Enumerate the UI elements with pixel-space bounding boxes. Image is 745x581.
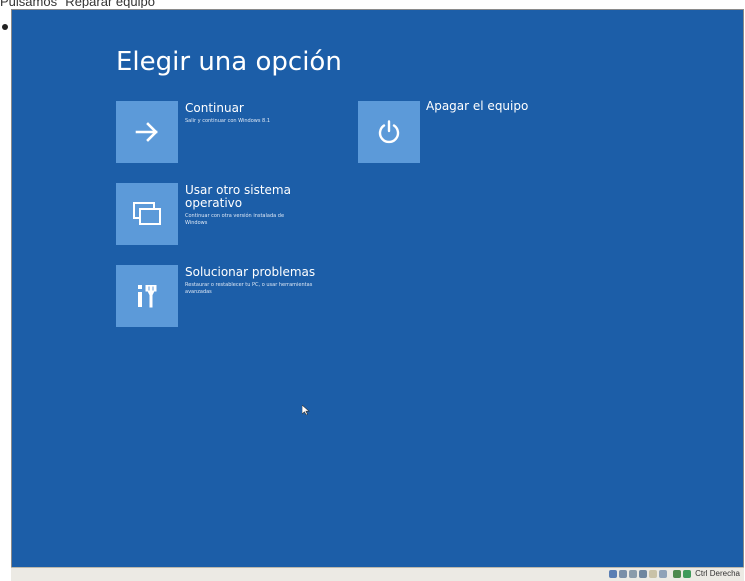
vm-statusbar: Ctrl Derecha bbox=[11, 567, 744, 581]
option-other-os-description: Continuar con otra versión instalada de … bbox=[185, 213, 285, 226]
option-other-os-title: Usar otro sistema operativo bbox=[185, 183, 291, 210]
page-caption: Pulsamos "Reparar equipo" bbox=[0, 0, 160, 8]
option-shutdown-tile[interactable] bbox=[358, 101, 420, 163]
usb-icon[interactable] bbox=[629, 569, 638, 578]
option-troubleshoot-tile[interactable] bbox=[116, 265, 178, 327]
vm-screen[interactable]: Elegir una opción Continuar Salir y cont… bbox=[11, 9, 744, 568]
option-continue-title: Continuar bbox=[185, 101, 244, 115]
option-continue[interactable]: Continuar Salir y continuar con Windows … bbox=[116, 101, 325, 163]
display-icon[interactable] bbox=[659, 569, 668, 578]
option-shutdown[interactable]: Apagar el equipo bbox=[358, 99, 529, 163]
option-troubleshoot[interactable]: Solucionar problemas Restaurar o restabl… bbox=[116, 265, 315, 327]
option-other-os[interactable]: Usar otro sistema operativo Continuar co… bbox=[116, 183, 295, 245]
option-continue-tile[interactable] bbox=[116, 101, 178, 163]
harddisk-icon[interactable] bbox=[609, 569, 618, 578]
mouse-integration-icon[interactable] bbox=[673, 569, 682, 578]
mouse-cursor-icon bbox=[302, 405, 310, 415]
page-title: Elegir una opción bbox=[116, 47, 342, 77]
option-shutdown-title: Apagar el equipo bbox=[426, 99, 529, 113]
arrow-right-icon bbox=[135, 122, 158, 142]
power-icon bbox=[378, 120, 400, 144]
shared-folder-icon[interactable] bbox=[649, 569, 658, 578]
option-troubleshoot-title: Solucionar problemas bbox=[185, 265, 316, 279]
host-key-indicator-icon bbox=[683, 569, 692, 578]
windows-stack-icon bbox=[133, 202, 161, 225]
host-key-label: Ctrl Derecha bbox=[695, 569, 740, 578]
option-troubleshoot-description: Restaurar o restablecer tu PC, o usar he… bbox=[185, 282, 313, 295]
list-bullet bbox=[2, 24, 8, 30]
option-other-os-tile[interactable] bbox=[116, 183, 178, 245]
optical-drive-icon[interactable] bbox=[619, 569, 628, 578]
network-icon[interactable] bbox=[639, 569, 648, 578]
statusbar-tray: Ctrl Derecha bbox=[609, 569, 740, 578]
tools-icon bbox=[138, 285, 157, 308]
option-continue-description: Salir y continuar con Windows 8.1 bbox=[185, 118, 271, 124]
